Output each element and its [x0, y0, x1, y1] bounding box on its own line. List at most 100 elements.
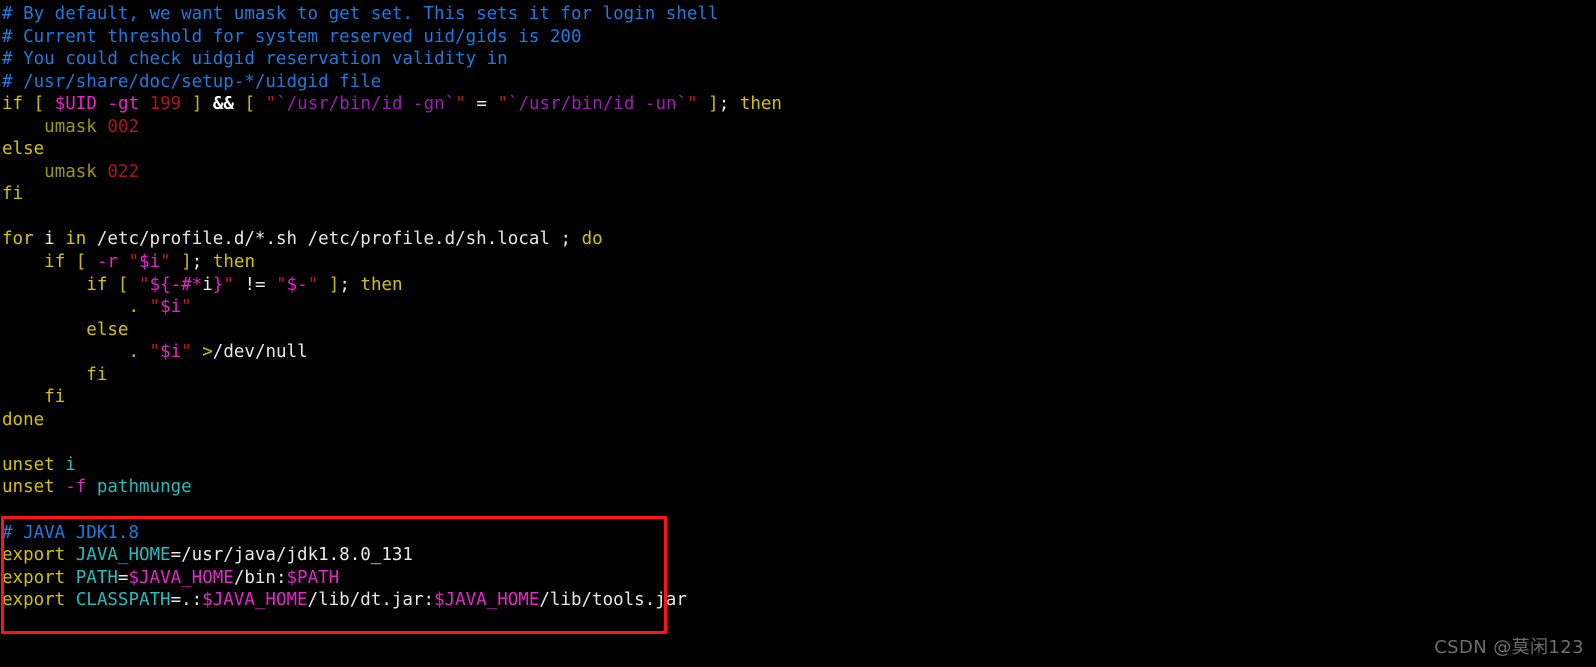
- bracket-close: ]: [181, 252, 192, 273]
- glob-path-2: /etc/profile.d/sh.local: [307, 229, 550, 250]
- bracket-open: [: [33, 94, 45, 115]
- terminal-window: # By default, we want umask to get set. …: [0, 0, 1596, 667]
- semicolon: ;: [191, 252, 203, 273]
- builtin-umask: umask: [44, 161, 97, 182]
- quote-open: ": [149, 297, 161, 318]
- flag-f: -f: [65, 477, 87, 498]
- code-line: if [ $UID -gt 199 ] && [ "`/usr/bin/id -…: [0, 93, 1596, 116]
- code-line: # /usr/share/doc/setup-*/uidgid file: [0, 71, 1596, 94]
- bracket-close-2: ]: [708, 94, 719, 115]
- bracket-close: ]: [328, 274, 340, 295]
- comment-text: # By default, we want umask to get set. …: [2, 4, 719, 24]
- variable-i: $i: [160, 342, 182, 363]
- code-line: if [ "${-#*i}" != "$-" ]; then: [0, 274, 1596, 297]
- quote-close: ": [223, 274, 234, 295]
- code-line: done: [0, 409, 1596, 432]
- source-dot: .: [128, 297, 139, 318]
- number-umask-value: 022: [107, 161, 139, 182]
- watermark-text: CSDN @莫闲123: [1434, 637, 1584, 658]
- path-segment-tools-jar: /lib/tools.jar: [539, 590, 687, 611]
- keyword-then: then: [739, 94, 782, 115]
- variable-java-home-ref-1: $JAVA_HOME: [202, 590, 308, 611]
- quote-close: ": [160, 252, 171, 273]
- variable-path-ref: $PATH: [286, 567, 340, 588]
- identifier-i: i: [65, 454, 76, 475]
- variable-java-home-ref-2: $JAVA_HOME: [434, 590, 540, 611]
- quote-close: ": [181, 297, 192, 318]
- code-line: umask 002: [0, 116, 1596, 139]
- comment-text: # /usr/share/doc/setup-*/uidgid file: [2, 71, 382, 92]
- devnull-path: /dev/null: [212, 342, 308, 363]
- builtin-export: export: [2, 545, 66, 566]
- keyword-in: in: [65, 229, 87, 250]
- code-line: export PATH=$JAVA_HOME/bin:$PATH: [0, 567, 1596, 590]
- semicolon: ;: [560, 229, 572, 250]
- code-line: # Current threshold for system reserved …: [0, 26, 1596, 49]
- number-199: 199: [149, 94, 182, 115]
- operator-not-equal: !=: [244, 274, 266, 295]
- flag-gt: -gt: [107, 94, 140, 115]
- code-line: # JAVA JDK1.8: [0, 522, 1596, 545]
- builtin-unset: unset: [2, 477, 55, 498]
- keyword-fi: fi: [2, 184, 24, 205]
- keyword-then: then: [212, 252, 256, 273]
- path-segment-dt-jar: /lib/dt.jar:: [307, 590, 434, 611]
- code-line: # You could check uidgid reservation val…: [0, 48, 1596, 71]
- keyword-done: done: [2, 409, 45, 430]
- keyword-if: if: [44, 252, 66, 273]
- quote-open: ": [128, 252, 140, 273]
- builtin-export: export: [2, 590, 66, 611]
- builtin-unset: unset: [2, 454, 55, 475]
- keyword-else: else: [2, 139, 45, 160]
- variable-i: $i: [160, 297, 182, 318]
- code-line: . "$i" >/dev/null: [0, 341, 1596, 364]
- number-umask-value: 002: [107, 116, 139, 137]
- quote-open-1: ": [265, 94, 277, 115]
- keyword-do: do: [581, 229, 603, 250]
- quote-open-2: ": [276, 274, 287, 295]
- keyword-fi: fi: [44, 387, 66, 408]
- command-substitution-un: `/usr/bin/id -un`: [507, 94, 688, 115]
- quote-open: ": [149, 342, 161, 363]
- source-dot: .: [128, 342, 139, 363]
- code-line: unset i: [0, 454, 1596, 477]
- bracket-open: [: [75, 252, 87, 273]
- code-line: if [ -r "$i" ]; then: [0, 251, 1596, 274]
- operator-and: &&: [212, 94, 234, 115]
- code-line: export CLASSPATH=.:$JAVA_HOME/lib/dt.jar…: [0, 589, 1596, 612]
- command-substitution-gn: `/usr/bin/id -gn`: [276, 94, 456, 115]
- identifier-path: PATH: [75, 567, 118, 588]
- quote-close-2: ": [687, 94, 698, 115]
- semicolon: ;: [718, 94, 730, 115]
